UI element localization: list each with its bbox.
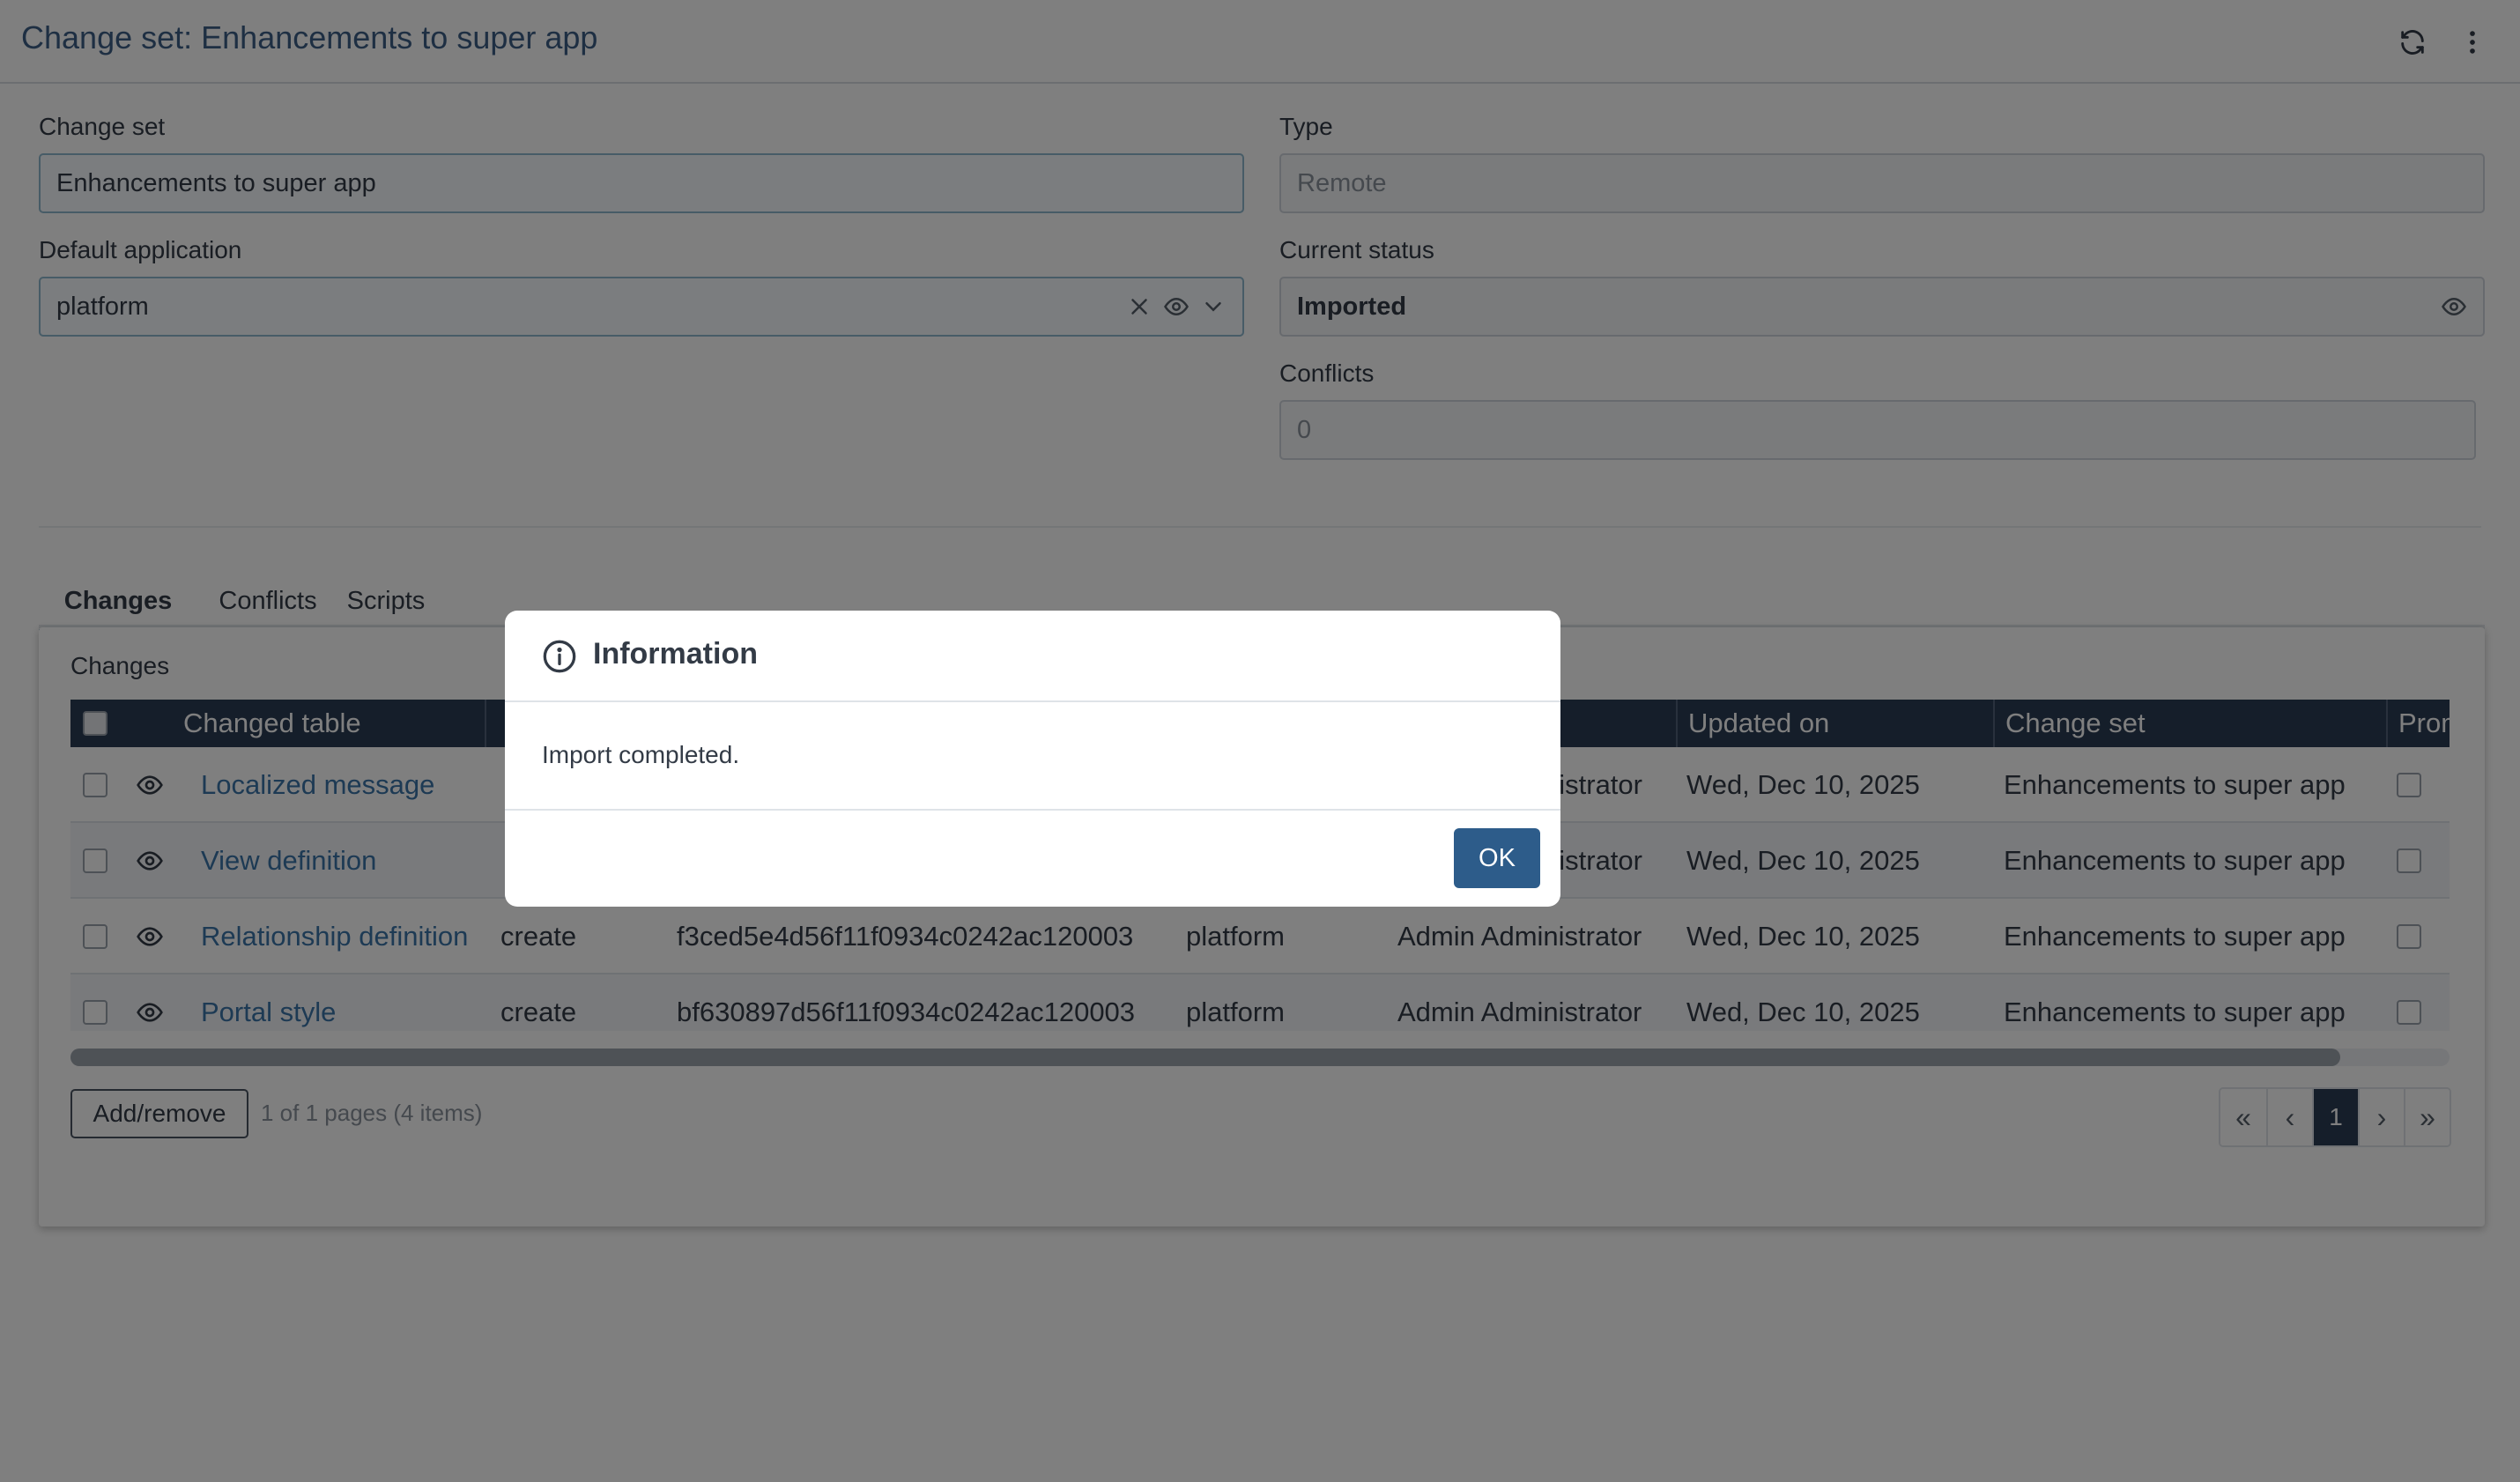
information-dialog: Information Import completed. OK (505, 611, 1560, 907)
ok-button[interactable]: OK (1454, 828, 1540, 888)
dialog-title: Information (593, 637, 758, 671)
dialog-header: Information (505, 611, 1560, 702)
info-icon (543, 640, 576, 673)
dialog-message: Import completed. (542, 741, 740, 768)
dialog-footer-divider (505, 809, 1560, 811)
